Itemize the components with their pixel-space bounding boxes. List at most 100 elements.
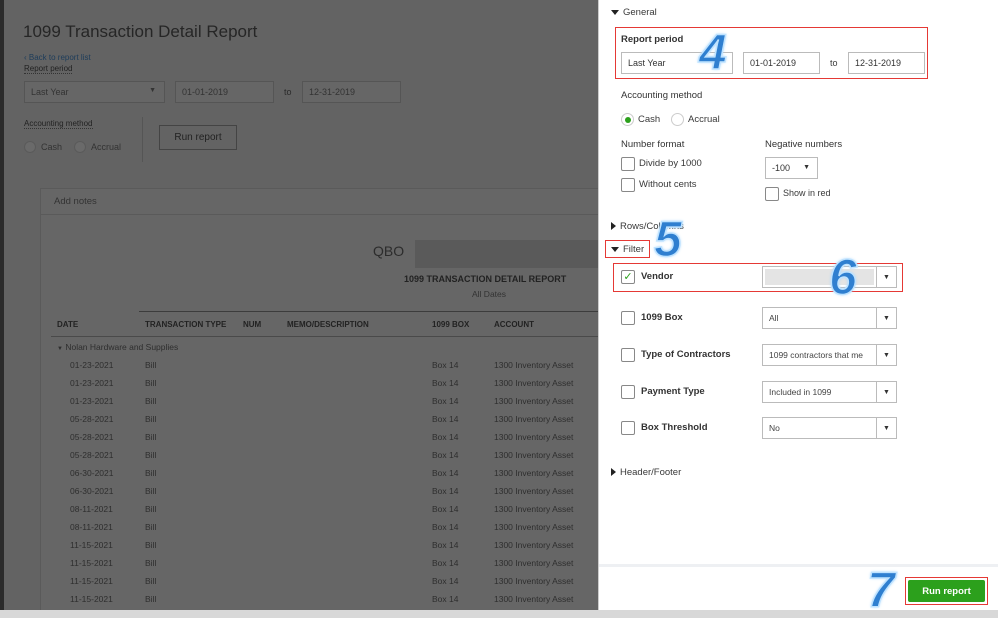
filter-checkbox[interactable] [621, 385, 635, 399]
row-account: 1300 Inventory Asset [494, 522, 574, 532]
start-date-input[interactable]: 01-01-2019 [175, 81, 274, 103]
report-period-select[interactable]: Last Year ▼ [24, 81, 165, 103]
row-type[interactable]: Bill [145, 558, 156, 568]
row-account: 1300 Inventory Asset [494, 540, 574, 550]
row-type[interactable]: Bill [145, 486, 156, 496]
report-page-dimmed: 1099 Transaction Detail Report ‹ Back to… [0, 0, 598, 610]
row-account: 1300 Inventory Asset [494, 414, 574, 424]
section-header-footer[interactable]: Header/Footer [611, 467, 681, 478]
row-box: Box 14 [432, 522, 459, 532]
cash-label: Cash [41, 142, 63, 152]
row-type[interactable]: Bill [145, 468, 156, 478]
row-account: 1300 Inventory Asset [494, 504, 574, 514]
row-date: 11-15-2021 [70, 558, 113, 568]
back-to-report-list-link[interactable]: ‹ Back to report list [24, 53, 91, 62]
row-date: 08-11-2021 [70, 522, 113, 532]
col-num[interactable]: NUM [243, 320, 261, 329]
negative-numbers-select[interactable]: -100 ▼ [765, 157, 818, 179]
end-date-input[interactable]: 12-31-2019 [302, 81, 401, 103]
divide-by-1000-checkbox[interactable] [621, 157, 635, 171]
negative-value: -100 [772, 163, 791, 173]
notes-divider [41, 214, 598, 215]
row-type[interactable]: Bill [145, 540, 156, 550]
row-account: 1300 Inventory Asset [494, 468, 574, 478]
caret-down-icon [611, 9, 619, 15]
filter-select[interactable]: Included in 1099 ▼ [762, 381, 897, 403]
row-box: Box 14 [432, 378, 459, 388]
row-date: 05-28-2021 [70, 432, 114, 442]
start-date-input[interactable]: 01-01-2019 [743, 52, 820, 74]
col-transaction-type[interactable]: TRANSACTION TYPE [145, 320, 226, 329]
period-value: Last Year [31, 87, 69, 97]
group-row[interactable]: ▼ Nolan Hardware and Supplies [57, 342, 178, 352]
left-edge [0, 0, 4, 610]
row-type[interactable]: Bill [145, 576, 156, 586]
section-filter[interactable]: Filter [611, 244, 644, 255]
header-footer-label: Header/Footer [620, 467, 682, 478]
row-type[interactable]: Bill [145, 360, 156, 370]
divider [142, 117, 143, 162]
add-notes-link[interactable]: Add notes [54, 196, 97, 207]
row-date: 05-28-2021 [70, 450, 114, 460]
cash-label: Cash [638, 114, 661, 125]
run-report-button[interactable]: Run report [908, 580, 985, 602]
caret-right-icon [611, 222, 616, 231]
end-date-input[interactable]: 12-31-2019 [848, 52, 925, 74]
report-dates: All Dates [472, 289, 507, 299]
step-annotation-7: 7 [866, 562, 895, 618]
row-box: Box 14 [432, 396, 459, 406]
filter-value: Included in 1099 [769, 387, 832, 397]
filter-select[interactable]: No ▼ [762, 417, 897, 439]
row-type[interactable]: Bill [145, 504, 156, 514]
chevron-down-icon: ▼ [876, 382, 896, 402]
row-type[interactable]: Bill [145, 450, 156, 460]
without-cents-label: Without cents [639, 179, 697, 190]
row-type[interactable]: Bill [145, 594, 156, 604]
filter-checkbox[interactable] [621, 311, 635, 325]
section-general[interactable]: General [611, 7, 657, 18]
accrual-label: Accrual [688, 114, 720, 125]
row-date: 11-15-2021 [70, 540, 113, 550]
filter-label: Box Threshold [641, 422, 708, 433]
col-date[interactable]: DATE [57, 320, 78, 329]
filter-select[interactable]: 1099 contractors that me ▼ [762, 344, 897, 366]
cash-radio[interactable] [621, 113, 634, 126]
show-in-red-checkbox[interactable] [765, 187, 779, 201]
filter-label: Payment Type [641, 386, 705, 397]
accrual-radio[interactable] [671, 113, 684, 126]
step-annotation-5: 5 [653, 211, 682, 267]
col-account[interactable]: ACCOUNT [494, 320, 534, 329]
row-type[interactable]: Bill [145, 522, 156, 532]
chevron-down-icon: ▼ [876, 345, 896, 365]
row-type[interactable]: Bill [145, 414, 156, 424]
run-report-button-dimmed[interactable]: Run report [159, 125, 237, 150]
filter-checkbox[interactable] [621, 421, 635, 435]
accrual-radio[interactable] [74, 141, 86, 153]
row-box: Box 14 [432, 432, 459, 442]
without-cents-checkbox[interactable] [621, 178, 635, 192]
footer-divider [599, 564, 998, 567]
page-title: 1099 Transaction Detail Report [23, 22, 258, 41]
filter-checkbox[interactable]: ✓ [621, 270, 635, 284]
filter-checkbox[interactable] [621, 348, 635, 362]
row-account: 1300 Inventory Asset [494, 558, 574, 568]
row-account: 1300 Inventory Asset [494, 576, 574, 586]
row-account: 1300 Inventory Asset [494, 378, 574, 388]
row-box: Box 14 [432, 486, 459, 496]
row-date: 08-11-2021 [70, 504, 113, 514]
row-type[interactable]: Bill [145, 396, 156, 406]
row-type[interactable]: Bill [145, 432, 156, 442]
row-box: Box 14 [432, 468, 459, 478]
filter-select[interactable]: All ▼ [762, 307, 897, 329]
step-annotation-6: 6 [828, 249, 857, 305]
filter-value [765, 269, 874, 285]
accounting-method-label: Accounting method [24, 119, 93, 129]
group-name: Nolan Hardware and Supplies [65, 342, 179, 352]
col-1099-box[interactable]: 1099 BOX [432, 320, 469, 329]
col-memo[interactable]: MEMO/DESCRIPTION [287, 320, 369, 329]
cash-radio[interactable] [24, 141, 36, 153]
divide-by-1000-label: Divide by 1000 [639, 158, 702, 169]
row-account: 1300 Inventory Asset [494, 432, 574, 442]
row-type[interactable]: Bill [145, 378, 156, 388]
filter-label: 1099 Box [641, 312, 683, 323]
